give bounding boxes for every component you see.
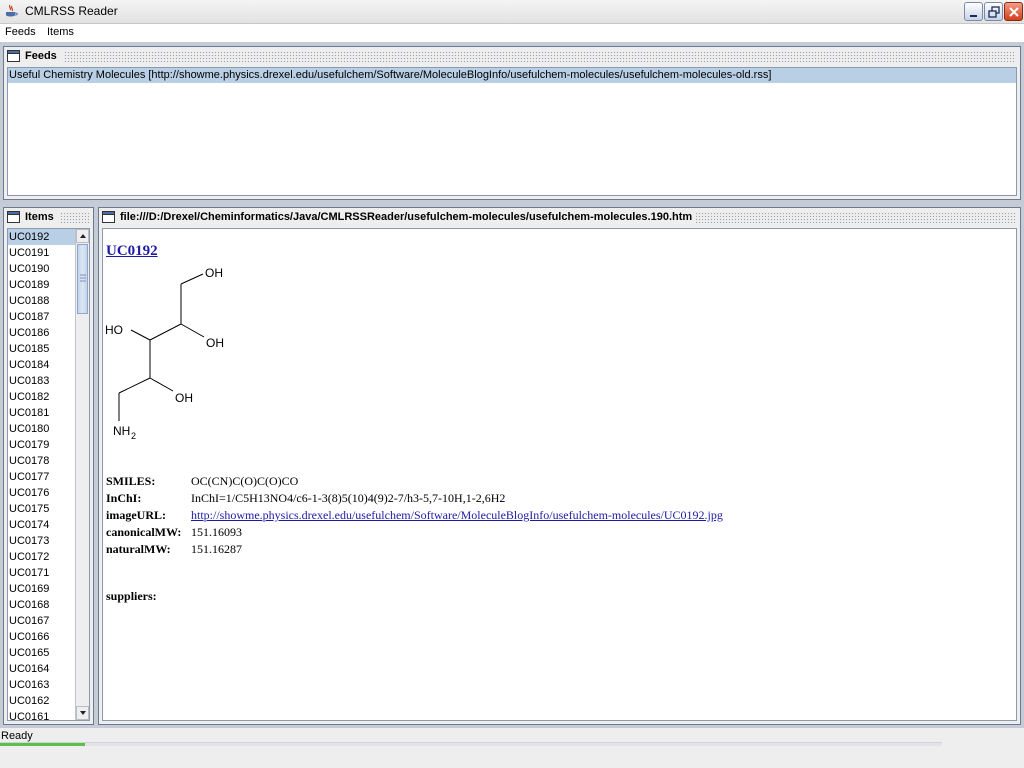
scroll-thumb[interactable] [77,244,88,314]
inchi-value: InChI=1/C5H13NO4/c6-1-3(8)5(10)4(9)2-7/h… [191,491,506,505]
list-item[interactable]: UC0191 [8,245,80,261]
titlebar-grip [60,212,89,223]
canonicalmw-label: canonicalMW: [106,525,182,539]
feeds-frame-titlebar[interactable]: Feeds [4,47,1020,66]
list-item[interactable]: UC0174 [8,517,80,533]
list-item[interactable]: UC0183 [8,373,80,389]
frame-window-icon [7,211,20,223]
naturalmw-label: naturalMW: [106,542,171,556]
detail-frame: file:///D:/Drexel/Cheminformatics/Java/C… [98,207,1021,725]
detail-frame-title: file:///D:/Drexel/Cheminformatics/Java/C… [120,211,697,223]
list-item[interactable]: UC0175 [8,501,80,517]
oh-label: OH [206,336,224,350]
list-item[interactable]: UC0180 [8,421,80,437]
status-bar: Ready [0,728,1024,768]
list-item[interactable]: UC0169 [8,581,80,597]
arrow-down-icon [80,711,86,715]
list-item[interactable]: UC0189 [8,277,80,293]
items-list-container: UC0192 UC0191 UC0190 UC0189 UC0188 UC0187 UC01… [7,228,90,721]
molecule-structure-image: OH HO OH OH NH 2 [105,266,224,441]
scroll-up-button[interactable] [76,229,89,243]
canonicalmw-value: 151.16093 [191,525,242,539]
progress-bar [0,742,942,746]
list-item[interactable]: UC0173 [8,533,80,549]
list-item[interactable]: UC0190 [8,261,80,277]
close-button[interactable] [1004,2,1023,21]
list-item[interactable]: UC0168 [8,597,80,613]
oh-label: OH [205,266,223,280]
progress-fill [0,743,85,746]
nh2-subscript: 2 [131,431,136,441]
desktop-pane: Feeds Useful Chemistry Molecules [http:/… [0,42,1024,728]
window-title: CMLRSS Reader [25,4,118,18]
list-item[interactable]: UC0192 [8,229,80,245]
imageurl-link[interactable]: http://showme.physics.drexel.edu/usefulc… [191,508,723,523]
titlebar-grip [64,51,1016,62]
feeds-list: Useful Chemistry Molecules [http://showm… [7,67,1017,196]
list-item[interactable]: UC0188 [8,293,80,309]
list-item[interactable]: UC0172 [8,549,80,565]
list-item[interactable]: UC0177 [8,469,80,485]
feeds-frame-title: Feeds [25,50,61,62]
menu-bar: Feeds Items [0,24,1024,42]
list-item[interactable]: UC0161 [8,709,80,720]
list-item[interactable]: UC0182 [8,389,80,405]
title-bar: CMLRSS Reader [0,0,1024,24]
items-frame-title: Items [25,211,58,223]
list-item[interactable]: UC0162 [8,693,80,709]
list-item[interactable]: UC0165 [8,645,80,661]
items-frame-titlebar[interactable]: Items [4,208,93,227]
list-item[interactable]: UC0166 [8,629,80,645]
inchi-label: InChI: [106,491,142,505]
list-item[interactable]: UC0185 [8,341,80,357]
status-text: Ready [1,730,33,742]
list-item[interactable]: UC0186 [8,325,80,341]
list-item[interactable]: UC0176 [8,485,80,501]
arrow-up-icon [80,234,86,238]
ho-label: HO [105,323,123,337]
scroll-down-button[interactable] [76,706,89,720]
close-icon [1009,7,1019,17]
list-item[interactable]: UC0181 [8,405,80,421]
restore-icon [988,6,1000,18]
list-item[interactable]: UC0163 [8,677,80,693]
list-item[interactable]: UC0184 [8,357,80,373]
oh-label: OH [175,391,193,405]
smiles-label: SMILES: [106,474,156,488]
titlebar-grip [659,212,1016,223]
menu-feeds[interactable]: Feeds [4,26,37,38]
minimize-button[interactable] [964,2,983,21]
detail-content: UC0192 OH HO OH OH NH 2 SMILES: OC(CN)C(… [102,228,1017,721]
naturalmw-value: 151.16287 [191,542,242,556]
restore-button[interactable] [984,2,1003,21]
java-cup-icon [6,4,18,17]
grip-icon [80,274,86,282]
list-item[interactable]: UC0167 [8,613,80,629]
nh2-label: NH [113,424,130,438]
items-scrollbar[interactable] [75,229,89,720]
list-item[interactable]: UC0171 [8,565,80,581]
molecule-title-link[interactable]: UC0192 [106,243,158,260]
list-item[interactable]: UC0187 [8,309,80,325]
items-list: UC0192 UC0191 UC0190 UC0189 UC0188 UC0187 UC01… [8,229,80,720]
feeds-frame: Feeds Useful Chemistry Molecules [http:/… [3,46,1021,200]
imageurl-label: imageURL: [106,508,166,522]
items-frame: Items UC0192 UC0191 UC0190 UC0189 UC0188 UC01… [3,207,94,725]
list-item[interactable]: UC0179 [8,437,80,453]
list-item[interactable]: UC0164 [8,661,80,677]
smiles-value: OC(CN)C(O)C(O)CO [191,474,299,488]
menu-items[interactable]: Items [46,26,75,38]
list-item[interactable]: UC0178 [8,453,80,469]
frame-window-icon [102,211,115,223]
feed-row[interactable]: Useful Chemistry Molecules [http://showm… [8,68,1016,83]
detail-frame-titlebar[interactable]: file:///D:/Drexel/Cheminformatics/Java/C… [99,208,1020,227]
minimize-icon [970,15,977,17]
suppliers-label: suppliers: [106,589,157,603]
frame-window-icon [7,50,20,62]
